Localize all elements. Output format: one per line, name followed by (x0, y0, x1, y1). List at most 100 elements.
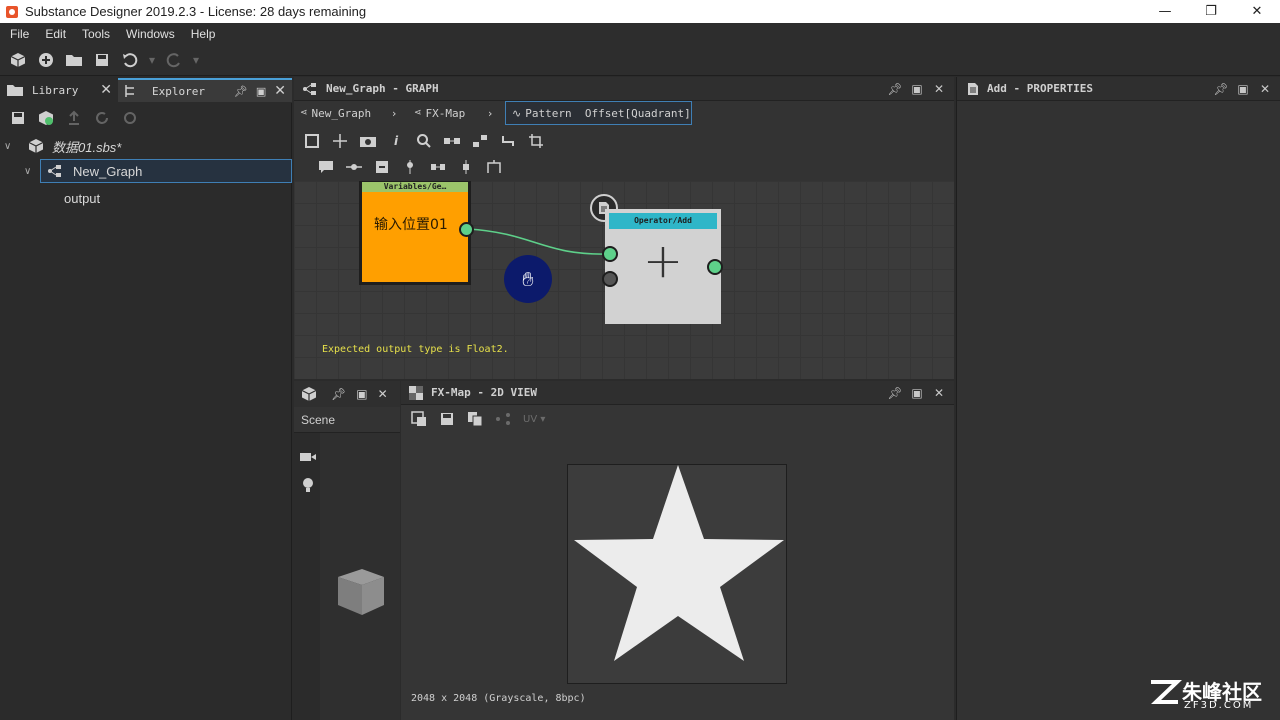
save-all-icon[interactable] (91, 49, 113, 71)
pin-icon[interactable]: 📌︎ (884, 386, 906, 400)
camera-icon[interactable] (357, 130, 379, 152)
link-icon[interactable] (427, 156, 449, 178)
pin-icon[interactable]: 📌︎ (234, 85, 248, 98)
breadcrumb-pattern[interactable]: ∿ Pattern Offset[Quadrant] (505, 101, 692, 125)
breadcrumb-graph[interactable]: ⋖ New_Graph (300, 101, 371, 125)
share-icon[interactable] (492, 408, 514, 430)
pin-icon[interactable]: 📌︎ (331, 387, 346, 401)
save-image-icon[interactable] (436, 408, 458, 430)
tree-output[interactable]: output (64, 186, 100, 210)
light-bulb-icon[interactable] (301, 476, 320, 497)
output-label: output (64, 190, 101, 206)
split-icon[interactable] (455, 156, 477, 178)
close-explorer-icon[interactable]: ✕ (274, 83, 286, 99)
connector-icon[interactable] (497, 130, 519, 152)
tree-package[interactable]: ∨ 数据01.sbs* (0, 134, 290, 158)
copy-icon[interactable] (464, 408, 486, 430)
3d-view-panel: 📌︎ ▣ ✕ Scene (294, 381, 400, 720)
texture-preview (567, 464, 787, 684)
pin-node-icon[interactable] (343, 156, 365, 178)
zf-logo (1151, 680, 1182, 704)
input-port-a[interactable] (602, 246, 618, 262)
package-label: 数据01.sbs* (52, 139, 122, 155)
float-icon[interactable]: ▣ (1232, 82, 1254, 96)
variable-node[interactable]: Variables/Ge… 输入位置01 (359, 181, 471, 285)
pan-icon[interactable] (329, 130, 351, 152)
float-icon[interactable]: ▣ (906, 386, 928, 400)
frame-icon[interactable] (371, 156, 393, 178)
close-icon[interactable]: ✕ (928, 82, 950, 96)
checker-icon (409, 385, 423, 400)
float-icon[interactable]: ▣ (356, 387, 367, 401)
menu-edit[interactable]: Edit (37, 27, 74, 41)
output-port[interactable] (459, 222, 474, 237)
undo-icon[interactable] (119, 49, 141, 71)
close-icon[interactable]: ✕ (1254, 82, 1276, 96)
graph-icon: ⋖ (300, 108, 308, 118)
reload-icon[interactable] (91, 107, 113, 129)
export-icon[interactable] (63, 107, 85, 129)
info-icon[interactable]: i (385, 130, 407, 152)
connection-wire (467, 228, 611, 255)
close-library-icon[interactable]: ✕ (100, 82, 112, 98)
menu-file[interactable]: File (2, 27, 37, 41)
fit-view-icon[interactable] (408, 408, 430, 430)
pin-icon[interactable]: 📌︎ (884, 82, 906, 96)
add-node-header: Operator/Add (609, 213, 717, 229)
search-icon[interactable] (413, 130, 435, 152)
breadcrumb-fxmap[interactable]: ⋖ FX-Map (414, 101, 465, 125)
publish-icon[interactable] (35, 107, 57, 129)
undo-dropdown-icon[interactable]: ▾ (147, 49, 157, 71)
new-graph-icon[interactable] (35, 49, 57, 71)
redo-dropdown-icon[interactable]: ▾ (191, 49, 201, 71)
breadcrumb-label: FX-Map (425, 106, 466, 120)
3d-cube-preview (338, 569, 384, 615)
menu-help[interactable]: Help (183, 27, 224, 41)
explorer-panel: Library ✕ Explorer 📌︎ ▣ ✕ ∨ 数据01.sbs* ∨ … (0, 77, 292, 720)
variable-node-label: 输入位置01 (374, 217, 448, 233)
close-window-button[interactable]: ✕ (1234, 0, 1280, 23)
minimize-button[interactable]: — (1142, 0, 1188, 23)
dot-icon[interactable] (399, 156, 421, 178)
settings-icon[interactable] (119, 107, 141, 129)
close-icon[interactable]: ✕ (928, 386, 950, 400)
collapse-arrow-icon[interactable]: ∨ (4, 141, 18, 152)
menu-tools[interactable]: Tools (74, 27, 118, 41)
branch-icon[interactable] (483, 156, 505, 178)
graph-title: New_Graph - GRAPH (326, 82, 439, 95)
tab-library[interactable]: Library ✕ (0, 78, 118, 102)
collapse-arrow-icon[interactable]: ∨ (24, 166, 38, 177)
chevron-right-icon: › (392, 106, 397, 120)
comment-icon[interactable] (315, 156, 337, 178)
close-icon[interactable]: ✕ (378, 387, 388, 401)
video-camera-icon[interactable] (299, 451, 320, 466)
menu-windows[interactable]: Windows (118, 27, 183, 41)
tab-library-label: Library (32, 83, 79, 97)
input-port-b[interactable] (602, 271, 618, 287)
open-folder-icon[interactable] (63, 49, 85, 71)
graph-canvas[interactable]: Variables/Ge… 输入位置01 ✋︎ Operator/Add + E… (294, 181, 954, 379)
substance-logo-icon (6, 5, 18, 18)
align-icon[interactable] (441, 130, 463, 152)
layout-icon[interactable] (469, 130, 491, 152)
add-node[interactable]: Operator/Add + (605, 209, 721, 324)
float-icon[interactable]: ▣ (256, 85, 266, 98)
uv-dropdown[interactable]: UV ▾ (523, 414, 545, 425)
scene-menu[interactable]: Scene (301, 413, 335, 427)
add-output-port[interactable] (707, 259, 723, 275)
crop-icon[interactable] (525, 130, 547, 152)
maximize-button[interactable]: ❐ (1188, 0, 1234, 23)
save-icon[interactable] (7, 107, 29, 129)
tab-explorer-label: Explorer (152, 84, 205, 98)
float-icon[interactable]: ▣ (906, 82, 928, 96)
frame-all-icon[interactable] (301, 130, 323, 152)
2d-viewport[interactable]: 2048 x 2048 (Grayscale, 8bpc) (401, 433, 954, 720)
function-icon: ∿ (512, 106, 522, 120)
tab-explorer[interactable]: Explorer 📌︎ ▣ ✕ (118, 78, 292, 102)
redo-icon[interactable] (163, 49, 185, 71)
tree-graph[interactable]: ∨ New_Graph (0, 159, 292, 183)
main-toolbar: ▾ ▾ (0, 44, 1280, 76)
new-package-icon[interactable] (7, 49, 29, 71)
document-icon (968, 82, 978, 95)
pin-icon[interactable]: 📌︎ (1210, 82, 1232, 96)
